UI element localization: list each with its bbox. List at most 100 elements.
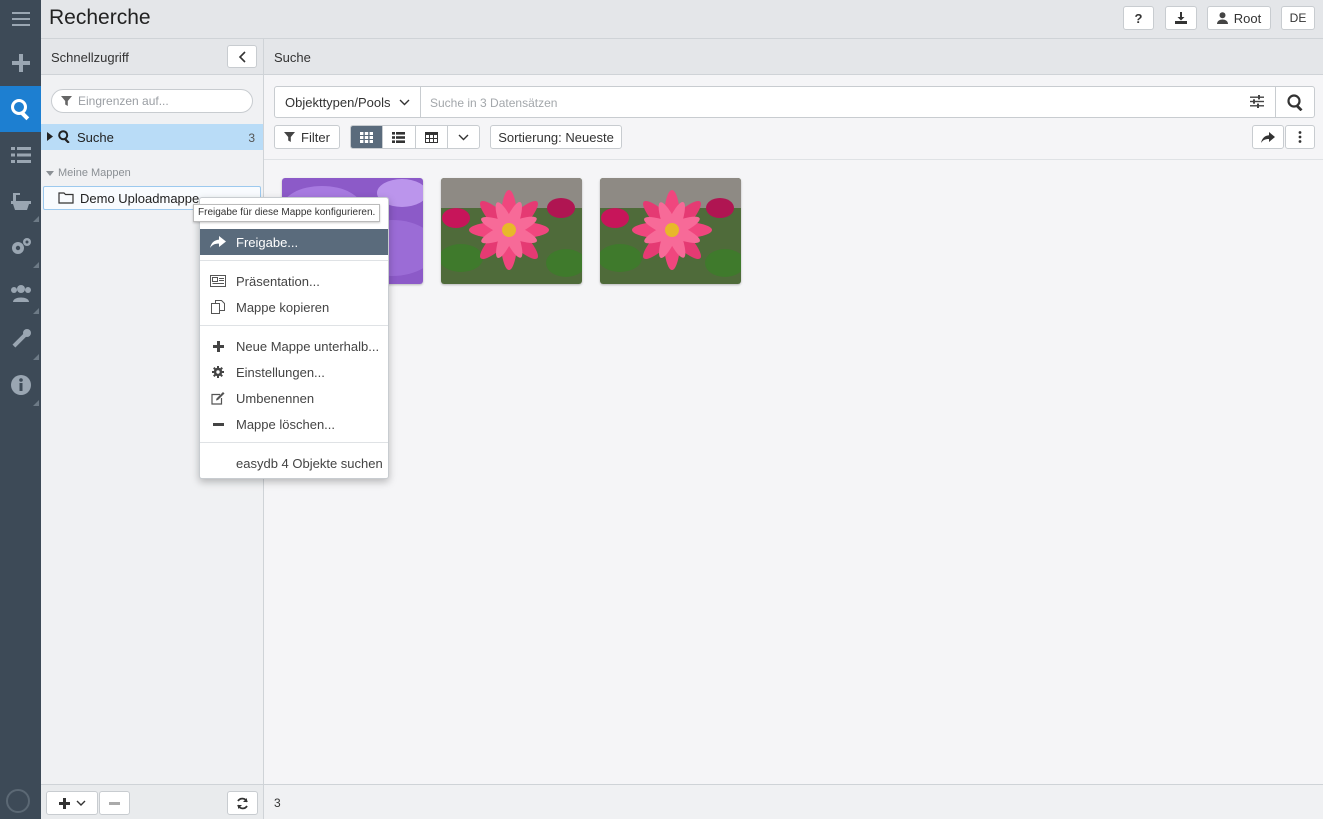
user-label: Root [1233, 10, 1262, 26]
nav-bath-icon[interactable] [0, 178, 41, 224]
help-button[interactable]: ? [1123, 6, 1154, 30]
nav-users-icon[interactable] [0, 270, 41, 316]
menu-item-label: Einstellungen... [236, 364, 325, 380]
result-count: 3 [274, 796, 281, 810]
side-footer [41, 784, 263, 819]
search-input[interactable]: Suche in 3 Datensätzen [430, 96, 557, 110]
menu-item-label: Mappe kopieren [236, 299, 330, 315]
tree-item-count: 3 [248, 131, 255, 145]
result-thumbnail[interactable] [600, 178, 741, 284]
menu-item-label: Neue Mappe unterhalb... [236, 338, 380, 354]
menu-separator [200, 325, 388, 326]
folder-icon [58, 192, 74, 204]
funnel-icon [61, 95, 72, 106]
list-view-button[interactable] [383, 126, 416, 148]
side-title: Schnellzugriff [51, 50, 129, 65]
folder-context-menu: Freigabe... Präsentation... Mappe kopier… [199, 197, 389, 479]
minus-icon [212, 422, 224, 426]
chevron-down-icon [399, 99, 410, 105]
share-icon [1261, 131, 1275, 143]
toolbar-divider [264, 159, 1323, 160]
refresh-icon [237, 797, 248, 809]
search-button[interactable] [1275, 87, 1315, 117]
filter-button[interactable]: Filter [274, 125, 340, 149]
page-title: Recherche [49, 6, 151, 29]
menu-item-share[interactable]: Freigabe... [200, 229, 388, 255]
table-icon [424, 131, 438, 143]
user-button[interactable]: Root [1207, 6, 1271, 30]
logo-icon [6, 789, 30, 813]
tooltip: Freigabe für diese Mappe konfigurieren. [193, 204, 381, 222]
user-icon [1216, 12, 1228, 24]
menu-separator [200, 442, 388, 443]
search-bar: Objekttypen/Pools Suche in 3 Datensätzen [274, 86, 1315, 118]
refresh-button[interactable] [227, 791, 258, 815]
main-footer: 3 [264, 784, 1323, 819]
result-thumbnail[interactable] [441, 178, 582, 284]
pink-dahlia-image [600, 178, 741, 284]
grid-icon [360, 131, 374, 143]
objecttype-selector[interactable]: Objekttypen/Pools [275, 87, 421, 117]
grid-view-button[interactable] [351, 126, 384, 148]
nav-create-icon[interactable] [0, 40, 41, 86]
nav-cogs-icon[interactable] [0, 224, 41, 270]
menu-item-new-subfolder[interactable]: Neue Mappe unterhalb... [200, 333, 388, 359]
nav-rail [0, 0, 41, 819]
search-icon [58, 130, 70, 143]
nav-info-icon[interactable] [0, 362, 41, 408]
plus-icon [58, 797, 70, 809]
menu-item-label: Umbenennen [236, 390, 315, 406]
filter-placeholder: Eingrenzen auf... [78, 94, 169, 108]
filter-input[interactable]: Eingrenzen auf... [51, 89, 253, 113]
add-folder-button[interactable] [46, 791, 98, 815]
filter-label: Filter [301, 129, 330, 145]
menu-item-settings[interactable]: Einstellungen... [200, 359, 388, 385]
objecttype-label: Objekttypen/Pools [285, 94, 391, 110]
kebab-menu-icon [1298, 131, 1302, 143]
chevron-left-icon [238, 50, 246, 63]
caret-down-icon[interactable] [46, 170, 54, 176]
funnel-icon [284, 131, 296, 142]
chevron-down-icon [458, 134, 469, 140]
nav-search-icon[interactable] [0, 86, 41, 132]
main-header: Suche [264, 39, 1323, 75]
menu-separator [200, 260, 388, 261]
nav-wrench-icon[interactable] [0, 316, 41, 362]
more-options-button[interactable] [1285, 125, 1315, 149]
caret-right-icon[interactable] [47, 132, 53, 141]
gear-icon [212, 366, 224, 378]
section-label: Meine Mappen [46, 167, 131, 179]
menu-item-label: easydb 4 Objekte suchen [236, 455, 383, 471]
menu-item-rename[interactable]: Umbenennen [200, 385, 388, 411]
minus-icon [109, 801, 120, 805]
language-button[interactable]: DE [1281, 6, 1315, 30]
table-view-button[interactable] [416, 126, 448, 148]
menu-item-search-objects[interactable]: easydb 4 Objekte suchen [200, 450, 388, 476]
view-options-button[interactable] [448, 126, 479, 148]
chevron-down-icon [76, 800, 85, 806]
presentation-icon [210, 275, 226, 287]
list-icon [392, 131, 406, 143]
plus-icon [212, 340, 224, 352]
hamburger-menu-icon[interactable] [0, 0, 41, 38]
sort-button[interactable]: Sortierung: Neueste [490, 125, 622, 149]
tree-item-search[interactable]: Suche 3 [41, 124, 263, 150]
main-title: Suche [274, 50, 311, 65]
collapse-button[interactable] [227, 45, 257, 68]
share-icon [210, 236, 226, 248]
sliders-icon[interactable] [1250, 95, 1264, 108]
copy-icon [211, 300, 225, 314]
share-button[interactable] [1252, 125, 1284, 149]
view-mode-group [350, 125, 480, 149]
tree-item-label: Suche [77, 130, 114, 145]
edit-icon [211, 391, 225, 405]
download-button[interactable] [1165, 6, 1197, 30]
side-header: Schnellzugriff [41, 39, 263, 75]
menu-item-delete-folder[interactable]: Mappe löschen... [200, 411, 388, 437]
menu-item-copy-folder[interactable]: Mappe kopieren [200, 294, 388, 320]
remove-folder-button[interactable] [99, 791, 130, 815]
section-label-text: Meine Mappen [58, 167, 131, 179]
menu-item-presentation[interactable]: Präsentation... [200, 268, 388, 294]
nav-list-icon[interactable] [0, 132, 41, 178]
folder-label: Demo Uploadmappe [80, 191, 200, 206]
